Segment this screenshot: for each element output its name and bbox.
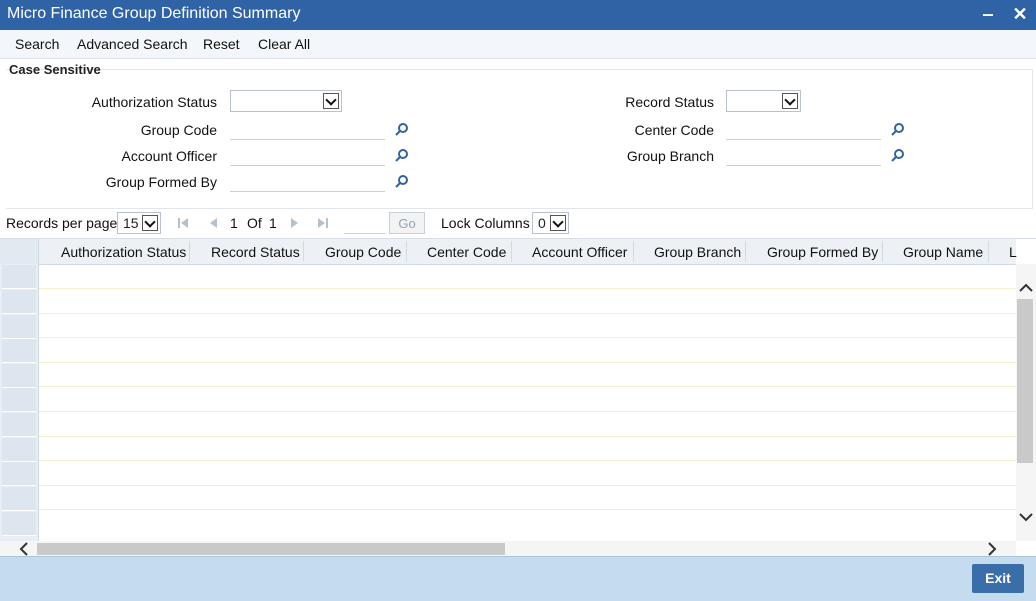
column-divider: [189, 241, 190, 262]
column-header-truncated[interactable]: L: [1009, 244, 1017, 260]
table-row[interactable]: [39, 510, 1016, 534]
row-selector[interactable]: [2, 487, 36, 511]
next-page-icon[interactable]: [289, 216, 301, 230]
group-branch-lookup-icon[interactable]: [891, 148, 905, 162]
previous-page-icon[interactable]: [207, 216, 219, 230]
footer-bar: Exit: [0, 556, 1036, 601]
column-header-account-officer[interactable]: Account Officer: [532, 244, 627, 260]
account-officer-label: Account Officer: [121, 148, 217, 164]
current-page: 1: [230, 215, 238, 231]
minimize-icon[interactable]: ‒: [978, 4, 998, 24]
records-per-page-label: Records per page: [6, 215, 118, 231]
table-row[interactable]: [39, 313, 1016, 338]
lock-columns-value: 0: [538, 215, 546, 231]
case-sensitive-label: Case Sensitive: [9, 62, 101, 77]
results-grid: Authorization Status Record Status Group…: [0, 238, 1036, 557]
column-divider: [406, 241, 407, 262]
column-header-group-name[interactable]: Group Name: [903, 244, 983, 260]
horizontal-scroll-thumb[interactable]: [37, 543, 505, 555]
lock-columns-select[interactable]: 0: [532, 212, 569, 234]
authorization-status-label: Authorization Status: [91, 94, 217, 110]
group-code-input[interactable]: [230, 116, 385, 140]
chevron-down-icon: [142, 215, 158, 231]
of-label: Of: [247, 215, 262, 231]
column-header-group-code[interactable]: Group Code: [325, 244, 401, 260]
row-selector[interactable]: [2, 512, 36, 536]
group-branch-input[interactable]: [726, 142, 881, 166]
records-per-page-select[interactable]: 15: [117, 212, 161, 234]
center-code-label: Center Code: [634, 122, 714, 138]
vertical-scroll-thumb[interactable]: [1017, 299, 1033, 463]
center-code-input[interactable]: [726, 116, 881, 140]
table-row[interactable]: [39, 289, 1016, 314]
column-header-authorization-status[interactable]: Authorization Status: [61, 244, 186, 260]
table-row[interactable]: [39, 485, 1016, 510]
row-selector[interactable]: [2, 265, 36, 289]
row-selector[interactable]: [2, 413, 36, 437]
row-selector[interactable]: [2, 290, 36, 314]
vertical-scrollbar[interactable]: [1016, 264, 1036, 541]
row-selector[interactable]: [2, 462, 36, 486]
row-selector[interactable]: [2, 388, 36, 412]
scroll-up-icon[interactable]: [1016, 278, 1036, 298]
column-header-center-code[interactable]: Center Code: [427, 244, 506, 260]
window-title: Micro Finance Group Definition Summary: [7, 5, 301, 22]
table-row[interactable]: [39, 387, 1016, 412]
records-per-page-value: 15: [123, 215, 139, 231]
group-formed-by-label: Group Formed By: [105, 174, 217, 190]
chevron-down-icon: [550, 215, 566, 231]
column-divider: [511, 241, 512, 262]
row-selector[interactable]: [2, 339, 36, 363]
lock-columns-label: Lock Columns: [441, 215, 530, 231]
column-header-record-status[interactable]: Record Status: [211, 244, 300, 260]
horizontal-scrollbar[interactable]: [0, 541, 1016, 557]
total-pages: 1: [269, 215, 277, 231]
go-button[interactable]: Go: [389, 212, 425, 234]
column-header-group-branch[interactable]: Group Branch: [654, 244, 741, 260]
grid-header: Authorization Status Record Status Group…: [0, 239, 1017, 265]
group-code-lookup-icon[interactable]: [395, 122, 409, 136]
column-divider: [633, 241, 634, 262]
scroll-down-icon[interactable]: [1016, 507, 1036, 527]
group-code-label: Group Code: [140, 122, 217, 138]
exit-button[interactable]: Exit: [972, 564, 1024, 593]
table-row[interactable]: [39, 264, 1016, 289]
chevron-down-icon: [323, 93, 339, 109]
row-selector[interactable]: [2, 364, 36, 388]
row-selector[interactable]: [2, 438, 36, 462]
search-button[interactable]: Search: [15, 36, 59, 52]
close-icon[interactable]: ✕: [1010, 4, 1030, 24]
column-header-group-formed-by[interactable]: Group Formed By: [767, 244, 878, 260]
group-formed-by-lookup-icon[interactable]: [395, 174, 409, 188]
table-row[interactable]: [39, 436, 1016, 461]
window-titlebar: Micro Finance Group Definition Summary ‒…: [0, 0, 1036, 30]
advanced-search-button[interactable]: Advanced Search: [77, 36, 188, 52]
reset-button[interactable]: Reset: [203, 36, 240, 52]
row-selector-column: [0, 264, 39, 541]
column-divider: [988, 241, 989, 262]
table-row[interactable]: [39, 362, 1016, 387]
center-code-lookup-icon[interactable]: [891, 122, 905, 136]
account-officer-lookup-icon[interactable]: [395, 148, 409, 162]
column-divider: [745, 241, 746, 262]
column-divider: [882, 241, 883, 262]
table-row[interactable]: [39, 461, 1016, 486]
chevron-down-icon: [782, 93, 798, 109]
table-row[interactable]: [39, 338, 1016, 363]
record-status-label: Record Status: [625, 94, 714, 110]
goto-page-input[interactable]: [344, 210, 385, 234]
clear-all-button[interactable]: Clear All: [258, 36, 310, 52]
column-divider: [303, 241, 304, 262]
group-formed-by-input[interactable]: [230, 168, 385, 192]
select-all-cell[interactable]: [0, 239, 39, 264]
record-status-select[interactable]: [726, 90, 801, 112]
account-officer-input[interactable]: [230, 142, 385, 166]
authorization-status-select[interactable]: [230, 90, 342, 112]
last-page-icon[interactable]: [317, 216, 329, 230]
first-page-icon[interactable]: [177, 216, 189, 230]
toolbar: Search Advanced Search Reset Clear All: [0, 30, 1036, 59]
group-branch-label: Group Branch: [626, 148, 714, 164]
table-row[interactable]: [39, 412, 1016, 437]
row-selector[interactable]: [2, 315, 36, 339]
